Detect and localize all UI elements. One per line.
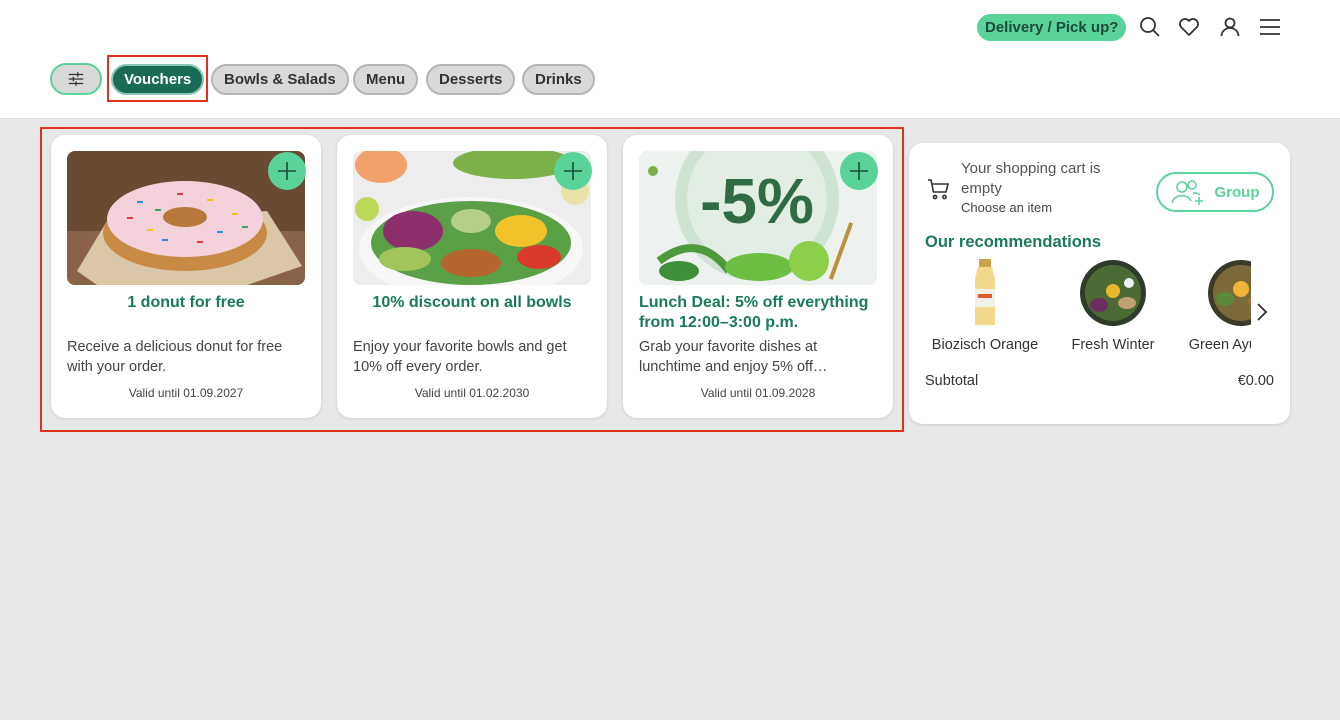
- tab-drinks[interactable]: Drinks: [522, 64, 595, 95]
- bowl-dish-image: [1073, 259, 1153, 327]
- bowl-dish-image: [1201, 259, 1251, 327]
- heart-icon[interactable]: [1175, 13, 1203, 41]
- voucher-description: Receive a delicious donut for free with …: [67, 339, 283, 375]
- plus-icon: [278, 162, 296, 180]
- cart-choose-hint: Choose an item: [961, 200, 1053, 215]
- voucher-card[interactable]: 10% discount on all bowls Enjoy your fav…: [337, 135, 607, 418]
- add-voucher-button[interactable]: [268, 152, 306, 190]
- group-button-label: Group: [1214, 183, 1260, 201]
- voucher-valid-until: Valid until 01.09.2027: [128, 386, 244, 400]
- search-icon[interactable]: [1136, 13, 1164, 41]
- group-order-button[interactable]: Group: [1156, 172, 1274, 212]
- cart-icon: [928, 179, 950, 200]
- voucher-description: Grab your favorite dishes at lunchtime a…: [639, 339, 818, 375]
- voucher-valid-until: Valid until 01.02.2030: [414, 386, 530, 400]
- top-header: Delivery / Pick up? Vouchers Bowls & Sal…: [0, 0, 1340, 119]
- shopping-cart-panel: Your shopping cart is empty Choose an it…: [909, 143, 1290, 424]
- cart-empty-message: Your shopping cart is empty: [961, 160, 1101, 197]
- add-voucher-button[interactable]: [840, 152, 878, 190]
- sliders-icon: [68, 72, 84, 86]
- add-voucher-button[interactable]: [554, 152, 592, 190]
- plus-icon: [850, 162, 868, 180]
- voucher-description: Enjoy your favorite bowls and get 10% of…: [353, 339, 567, 375]
- discount-image-text: -5%: [700, 165, 814, 237]
- user-icon[interactable]: [1216, 13, 1244, 41]
- subtotal-value: €0.00: [1237, 373, 1274, 389]
- tab-menu[interactable]: Menu: [353, 64, 419, 95]
- plus-icon: [564, 162, 582, 180]
- filter-button[interactable]: [50, 63, 102, 95]
- add-group-icon: [1170, 180, 1203, 205]
- delivery-pickup-button[interactable]: Delivery / Pick up?: [977, 14, 1127, 41]
- recommendation-item[interactable]: Biozisch Orange: [925, 259, 1045, 353]
- subtotal-label: Subtotal: [925, 373, 979, 389]
- voucher-title: 1 donut for free: [127, 294, 245, 311]
- recommendation-name: Green Ayurveda: [1188, 337, 1251, 353]
- tab-bowls-salads[interactable]: Bowls & Salads: [211, 64, 349, 95]
- recommendation-item[interactable]: Fresh Winter: [1053, 259, 1173, 353]
- recommendations-carousel: Biozisch Orange Fresh Winter Green Ay: [925, 259, 1251, 359]
- drink-bottle-image: [945, 259, 1025, 327]
- voucher-valid-until: Valid until 01.09.2028: [700, 386, 816, 400]
- voucher-title: 10% discount on all bowls: [372, 294, 572, 311]
- recommendation-item[interactable]: Green Ayurveda: [1181, 259, 1251, 353]
- tab-vouchers[interactable]: Vouchers: [111, 64, 205, 95]
- menu-icon[interactable]: [1256, 13, 1284, 41]
- recommendation-name: Fresh Winter: [1071, 337, 1155, 353]
- recommendations-title: Our recommendations: [925, 233, 1102, 251]
- voucher-title: Lunch Deal: 5% off everything from 12:00…: [639, 294, 869, 331]
- voucher-card[interactable]: 1 donut for free Receive a delicious don…: [51, 135, 321, 418]
- recommendation-name: Biozisch Orange: [931, 337, 1039, 353]
- tab-desserts[interactable]: Desserts: [426, 64, 516, 95]
- voucher-card[interactable]: -5% Lunch Deal: 5% off everything from 1…: [623, 135, 893, 418]
- chevron-right-icon[interactable]: [1252, 301, 1272, 323]
